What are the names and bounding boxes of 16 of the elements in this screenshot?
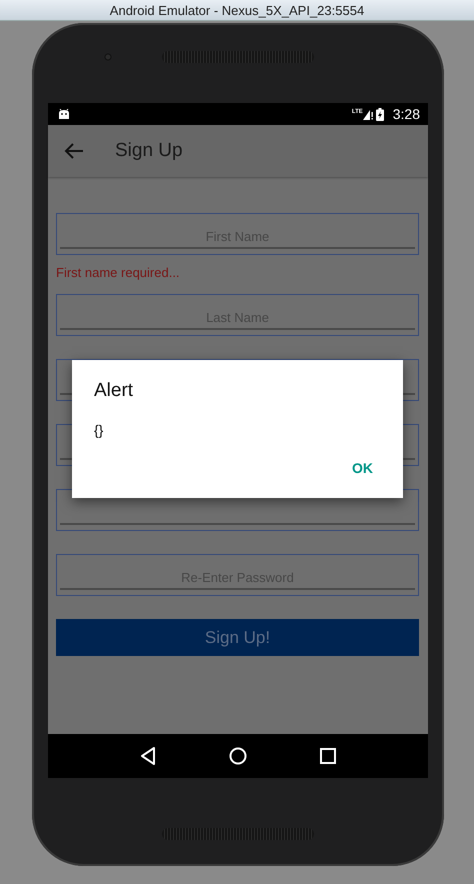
ok-button[interactable]: OK [344, 456, 381, 480]
signal-icon [362, 108, 373, 120]
clock: 3:28 [392, 106, 420, 122]
battery-icon [376, 108, 384, 120]
home-icon[interactable] [228, 747, 247, 765]
window-title: Android Emulator - Nexus_5X_API_23:5554 [110, 2, 364, 18]
camera-icon [104, 53, 112, 61]
dialog-title: Alert [94, 380, 134, 402]
android-icon [58, 108, 70, 120]
back-icon[interactable] [140, 747, 156, 765]
error-message: First name required... [56, 265, 180, 280]
back-arrow-icon[interactable] [64, 143, 84, 159]
sign-up-button[interactable]: Sign Up! [56, 619, 419, 656]
toolbar-title: Sign Up [115, 140, 183, 162]
dialog-message: {} [94, 422, 104, 438]
recent-apps-icon[interactable] [320, 748, 336, 764]
